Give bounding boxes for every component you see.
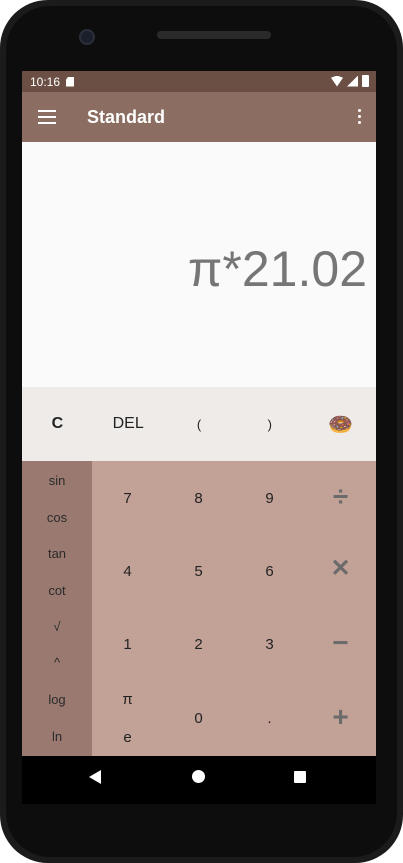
divide-button[interactable]: ÷ [305, 481, 376, 513]
home-icon[interactable] [192, 770, 205, 783]
scientific-panel: sin cos tan cot √ ^ log ln [22, 461, 92, 756]
more-vert-icon[interactable] [356, 109, 362, 125]
decimal-button[interactable]: . [234, 710, 305, 727]
earpiece-speaker [157, 31, 271, 39]
status-time: 10:16 [30, 74, 61, 89]
status-icons [331, 75, 369, 87]
clear-button[interactable]: C [22, 387, 93, 461]
tan-button[interactable]: tan [22, 546, 92, 561]
digit-9-button[interactable]: 9 [234, 490, 305, 507]
calculator-display: π*21.02 [22, 142, 376, 387]
digit-3-button[interactable]: 3 [234, 636, 305, 653]
power-button [398, 215, 403, 270]
digit-4-button[interactable]: 4 [92, 563, 163, 580]
expression-display[interactable]: π*21.02 [188, 240, 367, 298]
back-icon[interactable] [89, 770, 101, 784]
front-camera [79, 29, 95, 45]
sin-button[interactable]: sin [22, 473, 92, 488]
cot-button[interactable]: cot [22, 583, 92, 598]
log-button[interactable]: log [22, 692, 92, 707]
digit-1-button[interactable]: 1 [92, 636, 163, 653]
navigation-bar [22, 756, 376, 804]
signal-icon [347, 75, 358, 87]
e-button[interactable]: e [92, 729, 163, 746]
sd-card-icon [66, 76, 75, 87]
hamburger-menu-icon[interactable] [38, 110, 56, 124]
phone-frame: 10:16 Standard π*21.02 C DEL () 🍩 sin c… [0, 0, 403, 863]
digit-8-button[interactable]: 8 [163, 490, 234, 507]
page-title: Standard [87, 107, 166, 127]
donut-button[interactable]: 🍩 [305, 387, 376, 461]
power-button-key[interactable]: ^ [22, 655, 92, 670]
digit-6-button[interactable]: 6 [234, 563, 305, 580]
recents-icon[interactable] [294, 771, 306, 783]
plus-button[interactable]: + [305, 701, 376, 733]
digit-5-button[interactable]: 5 [163, 563, 234, 580]
sqrt-button[interactable]: √ [22, 619, 92, 634]
minus-button[interactable]: − [305, 627, 376, 659]
function-row: C DEL ( ) 🍩 [22, 387, 376, 461]
digit-0-button[interactable]: 0 [163, 710, 234, 727]
digit-7-button[interactable]: 7 [92, 490, 163, 507]
pi-button[interactable]: π [92, 691, 163, 708]
keypad: 7 8 9 ÷ 4 5 6 ✕ 1 2 3 − π e 0 . + [92, 461, 376, 756]
phone-screen: 10:16 Standard π*21.02 C DEL () 🍩 sin c… [22, 71, 376, 804]
battery-icon [362, 75, 369, 87]
close-paren-button[interactable]: ) [234, 387, 305, 461]
multiply-button[interactable]: ✕ [305, 554, 376, 583]
wifi-icon [331, 75, 343, 87]
status-bar: 10:16 [22, 71, 376, 92]
volume-button [398, 330, 403, 440]
app-bar: Standard [22, 92, 376, 142]
ln-button[interactable]: ln [22, 729, 92, 744]
delete-button[interactable]: DEL [93, 387, 164, 461]
open-paren-button[interactable]: ( [164, 387, 235, 461]
cos-button[interactable]: cos [22, 510, 92, 525]
digit-2-button[interactable]: 2 [163, 636, 234, 653]
